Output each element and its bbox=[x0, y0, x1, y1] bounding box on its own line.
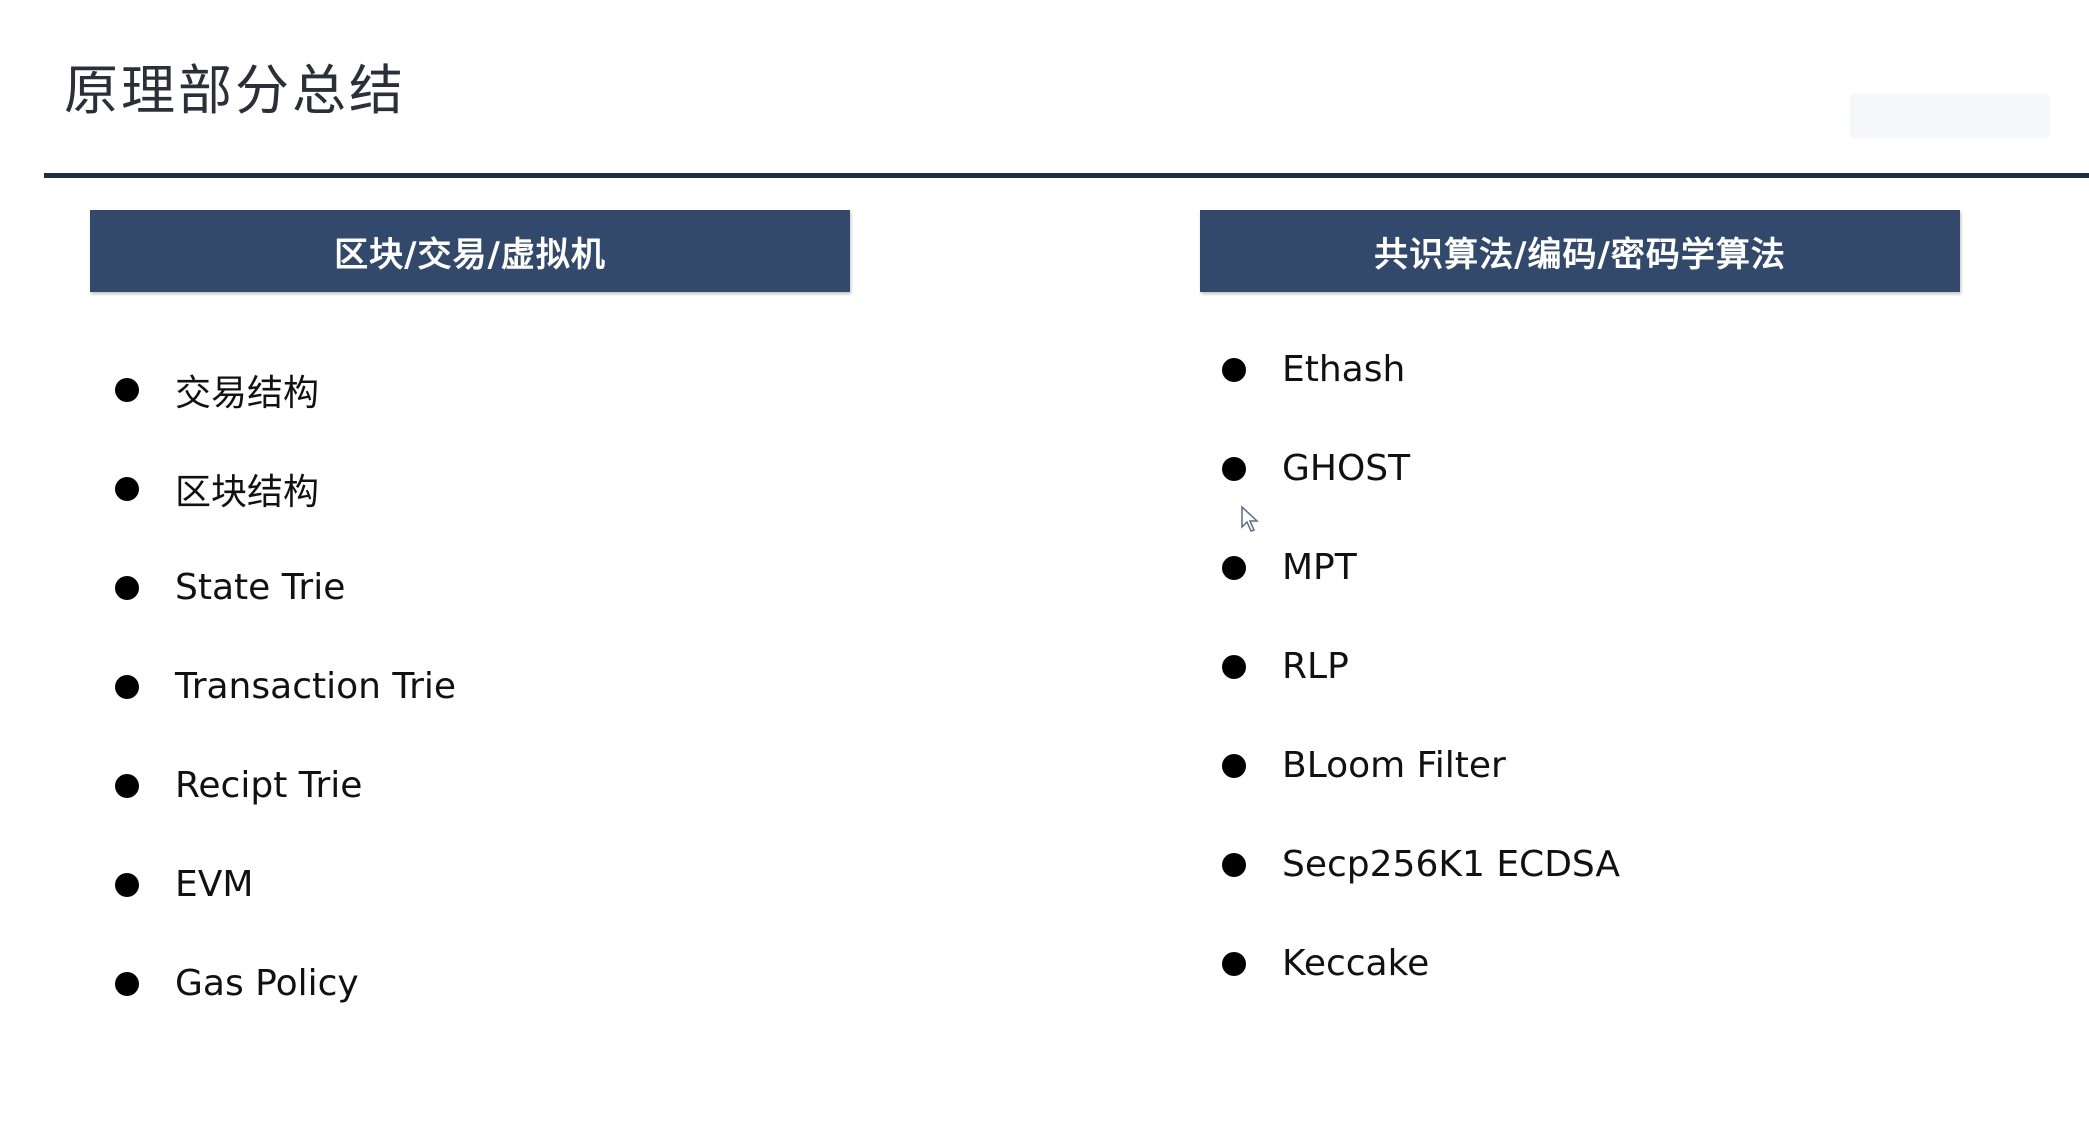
list-item-label: State Trie bbox=[175, 567, 346, 608]
bullet-icon bbox=[1222, 456, 1246, 481]
bullet-icon bbox=[115, 377, 139, 402]
right-panel-header-label: 共识算法/编码/密码学算法 bbox=[1374, 234, 1786, 275]
left-panel-header: 区块/交易/虚拟机 bbox=[90, 210, 850, 292]
bullet-icon bbox=[115, 872, 139, 897]
bullet-icon bbox=[115, 575, 139, 600]
list-item-label: MPT bbox=[1282, 547, 1357, 588]
list-item-label: Secp256K1 ECDSA bbox=[1282, 844, 1621, 885]
list-item: Transaction Trie bbox=[115, 637, 456, 736]
mouse-cursor-icon bbox=[1241, 505, 1259, 532]
list-item: Recipt Trie bbox=[115, 736, 456, 835]
list-item: RLP bbox=[1222, 617, 1620, 716]
bullet-icon bbox=[115, 674, 139, 699]
list-item-label: Gas Policy bbox=[175, 963, 359, 1004]
list-item-label: GHOST bbox=[1282, 448, 1411, 489]
list-item: State Trie bbox=[115, 538, 456, 637]
list-item: Gas Policy bbox=[115, 934, 456, 1033]
list-item: Secp256K1 ECDSA bbox=[1222, 815, 1620, 914]
bullet-icon bbox=[1222, 555, 1246, 580]
title-divider bbox=[44, 173, 2089, 178]
list-item: MPT bbox=[1222, 518, 1620, 617]
list-item-label: 交易结构 bbox=[175, 372, 320, 414]
bullet-icon bbox=[1222, 852, 1246, 877]
bullet-icon bbox=[1222, 951, 1246, 976]
list-item-label: EVM bbox=[175, 864, 254, 905]
list-item: 区块结构 bbox=[115, 439, 456, 538]
bullet-icon bbox=[1222, 357, 1246, 382]
bullet-icon bbox=[115, 476, 139, 501]
bullet-icon bbox=[115, 971, 139, 996]
list-item-label: Transaction Trie bbox=[175, 666, 457, 707]
right-panel-header: 共识算法/编码/密码学算法 bbox=[1200, 210, 1960, 292]
list-item: Ethash bbox=[1222, 320, 1620, 419]
list-item: Keccake bbox=[1222, 914, 1620, 1013]
list-item-label: Recipt Trie bbox=[175, 765, 363, 806]
list-item-label: RLP bbox=[1282, 646, 1349, 687]
list-item-label: Keccake bbox=[1282, 943, 1430, 984]
list-item: BLoom Filter bbox=[1222, 716, 1620, 815]
bullet-icon bbox=[1222, 753, 1246, 778]
list-item: EVM bbox=[115, 835, 456, 934]
bullet-icon bbox=[115, 773, 139, 798]
right-item-list: Ethash GHOST MPT RLP BLoom Filter Secp25… bbox=[1222, 320, 1620, 1013]
watermark-area bbox=[1850, 94, 2050, 138]
left-panel-header-label: 区块/交易/虚拟机 bbox=[334, 234, 606, 275]
bullet-icon bbox=[1222, 654, 1246, 679]
list-item-label: Ethash bbox=[1282, 349, 1406, 390]
list-item-label: BLoom Filter bbox=[1282, 745, 1506, 786]
left-item-list: 交易结构 区块结构 State Trie Transaction Trie Re… bbox=[115, 340, 456, 1033]
list-item: 交易结构 bbox=[115, 340, 456, 439]
page-title: 原理部分总结 bbox=[64, 59, 406, 122]
list-item-label: 区块结构 bbox=[175, 471, 320, 513]
slide-canvas: 原理部分总结 区块/交易/虚拟机 共识算法/编码/密码学算法 交易结构 区块结构… bbox=[0, 0, 2089, 1135]
list-item: GHOST bbox=[1222, 419, 1620, 518]
